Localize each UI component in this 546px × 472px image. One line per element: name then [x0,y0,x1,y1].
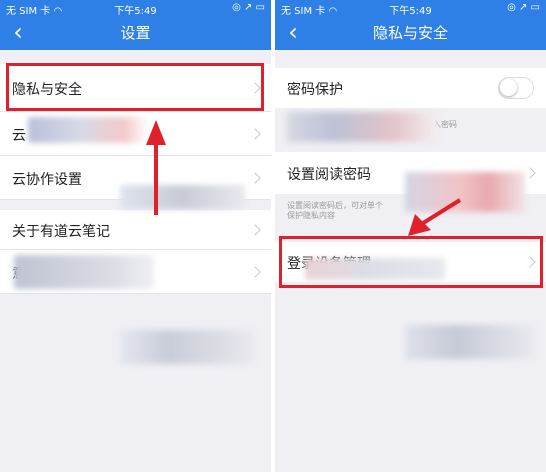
settings-screen: 无 SIM 卡 ◠ 下午5:49 ◎ ↗ ▭ ‹ 设置 隐私与安全 云 云协作设… [0,0,271,472]
arrow-pointer-icon [408,198,462,236]
arrow-up-icon [146,120,166,215]
privacy-security-screen: 无 SIM 卡 ◠ 下午5:49 ◎ ↗ ▭ ‹ 隐私与安全 密码保护 输入密码… [275,0,546,472]
